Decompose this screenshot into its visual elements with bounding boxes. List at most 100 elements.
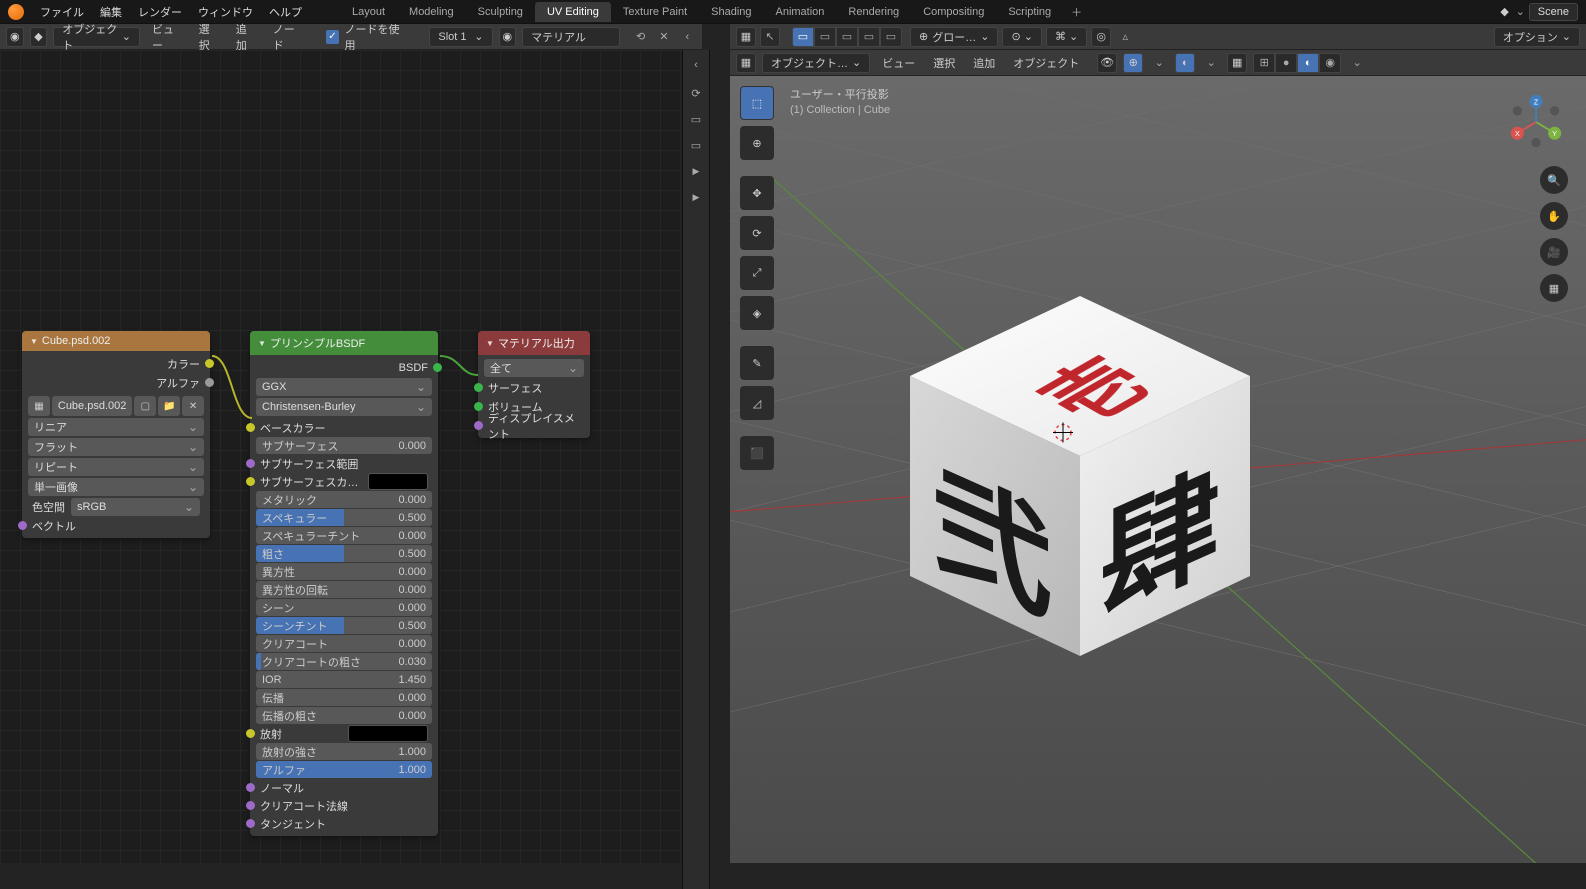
measure-tool-icon[interactable]: ◿ <box>740 386 774 420</box>
unlink-image-icon[interactable]: ✕ <box>182 396 204 416</box>
add-menu[interactable]: 追加 <box>230 21 261 53</box>
menu-レンダー[interactable]: レンダー <box>130 7 190 19</box>
workspace-tab-rendering[interactable]: Rendering <box>836 2 911 22</box>
menu-ヘルプ[interactable]: ヘルプ <box>261 7 310 19</box>
socket-icon[interactable] <box>246 783 255 792</box>
sss-method-dropdown[interactable]: Christensen-Burley <box>256 398 432 416</box>
collapsed-arrow-icon[interactable]: ‹ <box>687 56 705 74</box>
node-header-image[interactable]: Cube.psd.002 <box>22 331 210 351</box>
bsdf-input-row[interactable]: クリアコート法線 <box>256 797 432 814</box>
options-dropdown[interactable]: オプション ⌄ <box>1494 27 1580 47</box>
zoom-icon[interactable]: 🔍 <box>1540 166 1568 194</box>
socket-vector-in[interactable]: ベクトル <box>28 517 204 534</box>
transform-tool-icon[interactable]: ◈ <box>740 296 774 330</box>
socket-icon[interactable] <box>474 421 483 430</box>
editor-type-icon[interactable]: ◉ <box>6 27 24 47</box>
socket-icon[interactable] <box>474 383 483 392</box>
transform-orientation-dropdown[interactable]: ⊕ グロー… ⌄ <box>910 27 998 47</box>
bsdf-input-row[interactable]: 放射 <box>256 725 432 742</box>
workspace-tab-scripting[interactable]: Scripting <box>996 2 1063 22</box>
scale-tool-icon[interactable]: ⤢ <box>740 256 774 290</box>
tool-icon[interactable]: ▵ <box>1115 27 1135 47</box>
view-menu[interactable]: ビュー <box>146 21 187 53</box>
image-browse-icon[interactable]: ▦ <box>28 396 50 416</box>
socket-icon[interactable] <box>246 801 255 810</box>
menu-編集[interactable]: 編集 <box>92 7 130 19</box>
bsdf-input-row[interactable]: 伝播の粗さ0.000 <box>256 707 432 724</box>
material-sphere-icon[interactable]: ◉ <box>499 27 517 47</box>
solid-shading-icon[interactable]: ● <box>1275 53 1297 73</box>
wireframe-shading-icon[interactable]: ⊞ <box>1253 53 1275 73</box>
socket-bsdf-out[interactable]: BSDF <box>256 359 432 376</box>
chevron-down-icon[interactable]: ⌄ <box>1516 5 1525 18</box>
collapsed-item-chevron-icon[interactable]: ▶ <box>687 162 705 180</box>
workspace-tab-texture-paint[interactable]: Texture Paint <box>611 2 699 22</box>
select-mode-icon[interactable]: ▭ <box>792 27 814 47</box>
principled-bsdf-node[interactable]: プリンシプルBSDF BSDF GGX Christensen-Burley ベ… <box>250 331 438 836</box>
editor-type-icon[interactable]: ▦ <box>736 27 756 47</box>
bsdf-input-row[interactable]: 放射の強さ1.000 <box>256 743 432 760</box>
bsdf-input-row[interactable]: 粗さ0.500 <box>256 545 432 562</box>
rotate-tool-icon[interactable]: ⟳ <box>740 216 774 250</box>
bsdf-input-row[interactable]: クリアコートの粗さ0.030 <box>256 653 432 670</box>
new-image-icon[interactable]: ▢ <box>134 396 156 416</box>
pivot-dropdown[interactable]: ⊙ ⌄ <box>1002 27 1042 47</box>
editor-type-icon[interactable]: ▦ <box>736 53 756 73</box>
socket-alpha-out[interactable]: アルファ <box>28 374 204 391</box>
socket-icon[interactable] <box>205 378 214 387</box>
xray-icon[interactable]: ▦ <box>1227 53 1247 73</box>
interpolation-dropdown[interactable]: リニア <box>28 418 204 436</box>
workspace-tab-animation[interactable]: Animation <box>764 2 837 22</box>
node-menu[interactable]: ノード <box>267 21 308 53</box>
overlay-toggle-icon[interactable]: ◐ <box>1175 53 1195 73</box>
scene-name[interactable]: Scene <box>1529 3 1578 21</box>
collapsed-item-icon[interactable]: ⟳ <box>687 84 705 102</box>
bsdf-input-row[interactable]: サブサーフェスカ… <box>256 473 432 490</box>
use-nodes-checkbox[interactable]: ✓ <box>326 30 338 44</box>
bsdf-input-row[interactable]: シーン0.000 <box>256 599 432 616</box>
bsdf-input-row[interactable]: ベースカラー <box>256 419 432 436</box>
socket-icon[interactable] <box>433 363 442 372</box>
material-output-node[interactable]: マテリアル出力 全て サーフェス ボリューム ディスプレイスメント <box>478 331 590 438</box>
bsdf-input-row[interactable]: 伝播0.000 <box>256 689 432 706</box>
select-mode-icon[interactable]: ▭ <box>880 27 902 47</box>
bsdf-input-row[interactable]: スペキュラー0.500 <box>256 509 432 526</box>
socket-color-out[interactable]: カラー <box>28 355 204 372</box>
pan-icon[interactable]: ✋ <box>1540 202 1568 230</box>
workspace-tab-sculpting[interactable]: Sculpting <box>466 2 535 22</box>
collapsed-item-chevron-icon[interactable]: ▶ <box>687 188 705 206</box>
chevron-down-icon[interactable]: ⌄ <box>1149 53 1169 73</box>
select-mode-icon[interactable]: ▭ <box>814 27 836 47</box>
socket-icon[interactable] <box>246 423 255 432</box>
close-icon[interactable]: ✕ <box>655 27 672 47</box>
collapsed-item-icon[interactable]: ▭ <box>687 110 705 128</box>
cube-object[interactable]: 壱 弐 肆 <box>890 286 1260 656</box>
cursor-tool-icon[interactable]: ⊕ <box>740 126 774 160</box>
socket-displacement-in[interactable]: ディスプレイスメント <box>484 417 584 434</box>
node-editor-area[interactable]: アイテムツールビューオプションNode Wrangler Cube.psd.00… <box>0 50 702 863</box>
workspace-add-button[interactable]: ＋ <box>1063 0 1090 24</box>
open-image-icon[interactable]: 📁 <box>158 396 180 416</box>
scene-icon[interactable]: ◆ <box>1498 5 1512 19</box>
socket-icon[interactable] <box>246 819 255 828</box>
select-mode-icon[interactable]: ▭ <box>836 27 858 47</box>
bsdf-input-row[interactable]: アルファ1.000 <box>256 761 432 778</box>
chevron-left-icon[interactable]: ‹ <box>679 27 696 47</box>
pin-icon[interactable]: ⟲ <box>632 27 649 47</box>
bsdf-input-row[interactable]: サブサーフェス0.000 <box>256 437 432 454</box>
extension-dropdown[interactable]: リピート <box>28 458 204 476</box>
select-mode-icon[interactable]: ▭ <box>858 27 880 47</box>
workspace-tab-layout[interactable]: Layout <box>340 2 397 22</box>
bsdf-input-row[interactable]: メタリック0.000 <box>256 491 432 508</box>
bsdf-input-row[interactable]: 異方性0.000 <box>256 563 432 580</box>
material-shading-icon[interactable]: ◐ <box>1297 53 1319 73</box>
workspace-tab-uv-editing[interactable]: UV Editing <box>535 2 611 22</box>
move-tool-icon[interactable]: ✥ <box>740 176 774 210</box>
menu-ファイル[interactable]: ファイル <box>32 7 92 19</box>
annotate-tool-icon[interactable]: ✎ <box>740 346 774 380</box>
add-menu[interactable]: 追加 <box>967 55 1001 71</box>
perspective-icon[interactable]: ▦ <box>1540 274 1568 302</box>
navigation-gizmo[interactable]: X Y Z <box>1508 94 1564 150</box>
shader-type-icon[interactable]: ◆ <box>30 27 48 47</box>
socket-icon[interactable] <box>246 459 255 468</box>
